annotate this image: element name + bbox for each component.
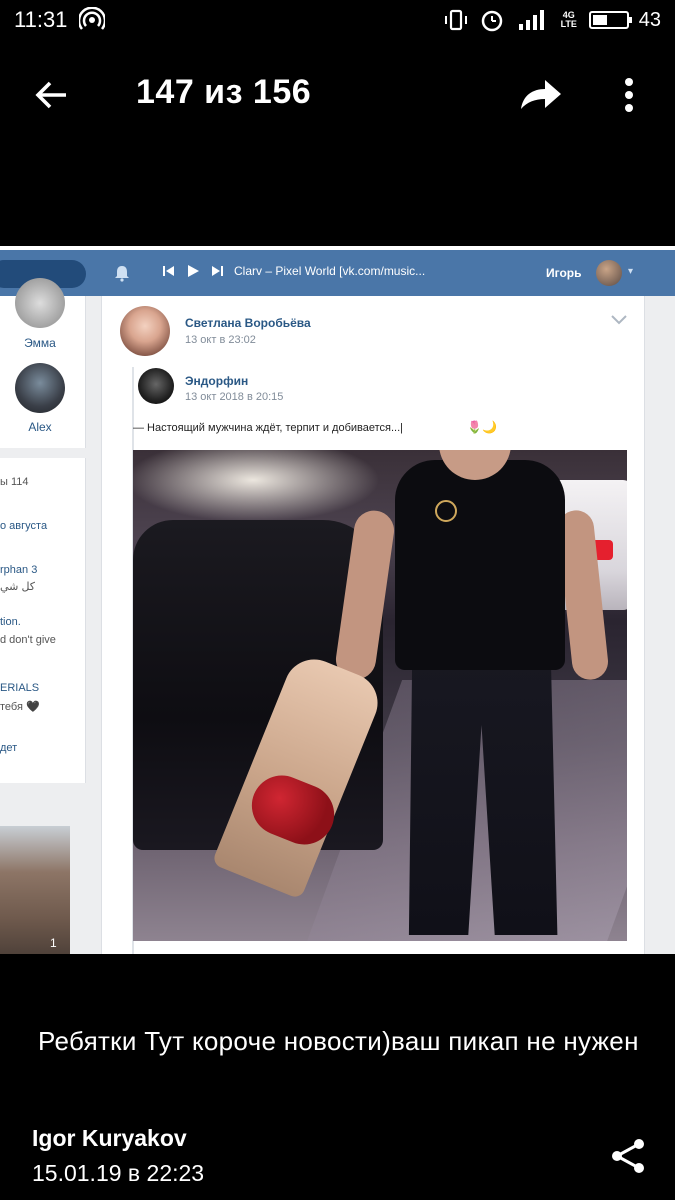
- status-bar: 11:31 4G LTE 43: [0, 0, 675, 40]
- left-photo-count: 1: [50, 936, 57, 950]
- signal-icon: [518, 10, 544, 30]
- network-type: 4G LTE: [560, 10, 577, 29]
- vk-player: Clarv – Pixel World [vk.com/music...: [162, 264, 425, 278]
- vk-post: Светлана Воробьёва 13 окт в 23:02 Эндорф…: [101, 296, 645, 954]
- left-snippet: d don't give: [0, 634, 56, 646]
- photo-content[interactable]: Clarv – Pixel World [vk.com/music... Иго…: [0, 246, 675, 954]
- share-icon[interactable]: [608, 1136, 648, 1176]
- vk-user-name: Игорь: [546, 266, 582, 280]
- post-photo: [133, 450, 627, 941]
- share-forward-icon[interactable]: [515, 73, 565, 117]
- left-snippet: كل شي: [0, 581, 36, 593]
- repost-author: Эндорфин: [185, 374, 249, 388]
- vk-left-column: ы 114 о августа rphan 3 كل شي tion. d do…: [0, 458, 86, 783]
- vk-topbar: Clarv – Pixel World [vk.com/music... Иго…: [0, 250, 675, 296]
- bell-icon: [115, 266, 129, 282]
- chevron-down-icon: [611, 315, 627, 325]
- more-vertical-icon[interactable]: [612, 71, 646, 119]
- person-body-shape: [395, 460, 565, 670]
- friend-avatar: [15, 278, 65, 328]
- vk-user-avatar: [596, 260, 622, 286]
- post-author: Светлана Воробьёва: [185, 316, 311, 330]
- alarm-icon: [481, 10, 502, 32]
- left-snippet: ERIALS: [0, 682, 40, 694]
- repost-date: 13 окт 2018 в 20:15: [185, 391, 284, 403]
- repost-emoji: 🌷🌙: [467, 420, 497, 434]
- photo-counter: 147 из 156: [136, 73, 312, 111]
- prev-track-icon: [163, 266, 174, 276]
- friend-name: Эмма: [24, 336, 56, 350]
- repost-text: — Настоящий мужчина ждёт, терпит и добив…: [133, 422, 404, 434]
- friend-name: Alex: [28, 420, 52, 434]
- play-icon: [188, 265, 199, 277]
- vibrate-icon: [444, 9, 467, 31]
- left-snippet: о августа: [0, 520, 48, 532]
- shirt-emblem-shape: [435, 500, 457, 522]
- photo-author[interactable]: Igor Kuryakov: [32, 1125, 187, 1152]
- viewer-header: 147 из 156: [0, 55, 675, 135]
- friend-avatar: [15, 363, 65, 413]
- post-author-avatar: [120, 306, 170, 356]
- next-track-icon: [212, 266, 223, 276]
- back-arrow-icon[interactable]: [30, 73, 74, 117]
- vk-track-title: Clarv – Pixel World [vk.com/music...: [234, 264, 426, 278]
- left-snippet: tion.: [0, 616, 21, 628]
- left-photo-thumb: 1: [0, 826, 70, 954]
- status-time: 11:31: [14, 7, 68, 32]
- post-date: 13 окт в 23:02: [185, 334, 256, 346]
- vk-friends-block: Эмма Alex: [0, 278, 86, 448]
- repost-author-avatar: [138, 368, 174, 404]
- left-snippet: тебя 🖤: [0, 701, 40, 713]
- photo-date: 15.01.19 в 22:23: [32, 1160, 205, 1186]
- left-snippet: rphan 3: [0, 564, 38, 576]
- left-snippet: дет: [0, 742, 18, 754]
- hotspot-icon: [79, 7, 106, 30]
- left-snippet: ы 114: [0, 476, 29, 488]
- chevron-down-icon: ▾: [628, 266, 634, 277]
- battery-icon: [588, 11, 632, 29]
- battery-level: 43: [638, 8, 661, 31]
- photo-caption: Ребятки Тут короче новости)ваш пикап не …: [38, 1026, 639, 1056]
